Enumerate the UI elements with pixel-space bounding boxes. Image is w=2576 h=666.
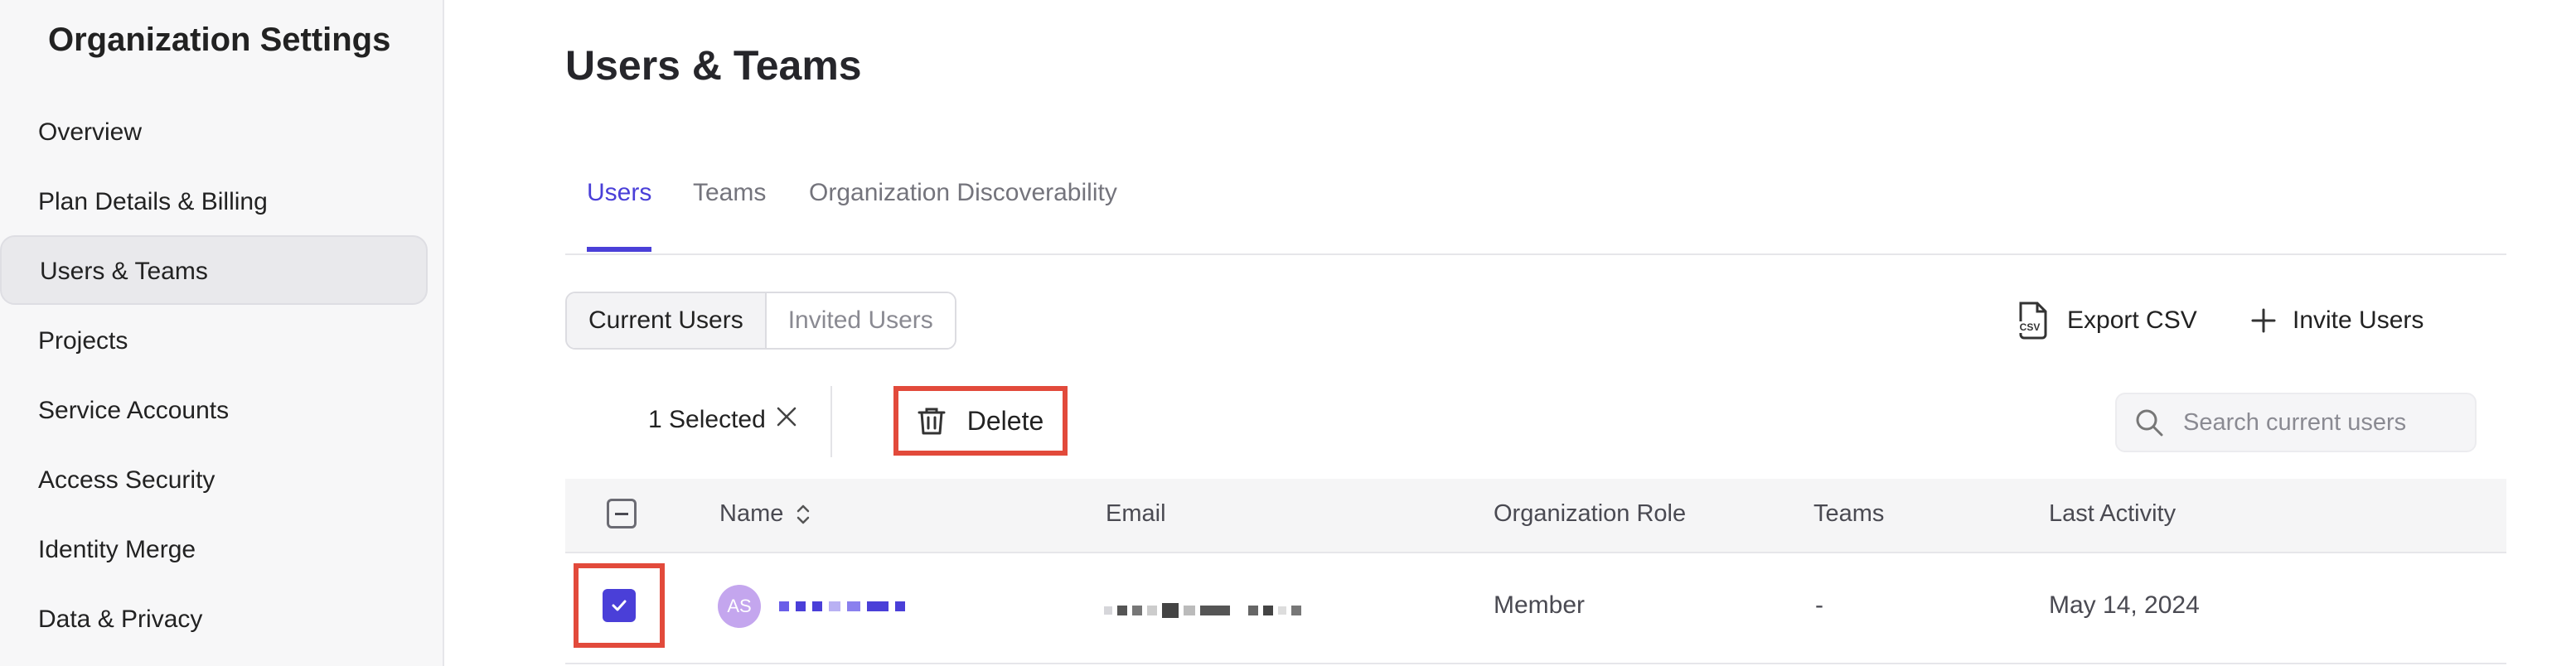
close-icon[interactable]: [776, 406, 797, 434]
column-header-name[interactable]: Name: [719, 500, 811, 528]
invite-users-label: Invite Users: [2293, 306, 2424, 334]
tab-users[interactable]: Users: [587, 179, 652, 252]
selection-count-label: 1 Selected: [648, 406, 766, 433]
plus-icon: [2251, 308, 2276, 333]
cell-organization-role: Member: [1494, 591, 1586, 619]
export-csv-label: Export CSV: [2067, 306, 2197, 334]
sidebar-item-overview[interactable]: Overview: [0, 98, 428, 167]
search-box: [2115, 393, 2477, 452]
column-header-organization-role[interactable]: Organization Role: [1494, 500, 1686, 528]
page-title: Users & Teams: [565, 42, 862, 89]
column-header-email[interactable]: Email: [1106, 500, 1166, 528]
column-header-last-activity[interactable]: Last Activity: [2049, 500, 2176, 528]
table-header: Name Email Organization Role Teams Last …: [565, 479, 2506, 553]
invite-users-button[interactable]: Invite Users: [2251, 300, 2423, 341]
search-icon: [2136, 409, 2163, 437]
tab-organization-discoverability[interactable]: Organization Discoverability: [809, 179, 1117, 252]
row-checkbox[interactable]: [603, 589, 636, 622]
search-input[interactable]: [2181, 408, 2467, 437]
sidebar-item-users-teams[interactable]: Users & Teams: [0, 235, 428, 305]
sidebar: Organization Settings Overview Plan Deta…: [0, 0, 444, 666]
csv-file-icon: CSV: [2017, 302, 2047, 340]
redacted-email: [1104, 603, 1301, 618]
delete-button[interactable]: Delete: [893, 386, 1068, 456]
cell-teams: -: [1815, 591, 1823, 619]
sidebar-item-plan-details-billing[interactable]: Plan Details & Billing: [0, 167, 428, 237]
toolbar-divider: [830, 386, 832, 457]
cell-last-activity: May 14, 2024: [2049, 591, 2200, 619]
export-csv-button[interactable]: CSV Export CSV: [2016, 300, 2197, 341]
segment-current-users[interactable]: Current Users: [567, 293, 767, 348]
row-checkbox-highlight: [574, 563, 665, 648]
sidebar-item-identity-merge[interactable]: Identity Merge: [0, 515, 428, 585]
table-row[interactable]: AS Member - May 14, 2024: [565, 553, 2506, 664]
select-all-checkbox[interactable]: [607, 499, 637, 528]
sidebar-item-service-accounts[interactable]: Service Accounts: [0, 376, 428, 446]
svg-text:CSV: CSV: [2020, 321, 2041, 333]
trash-icon: [918, 408, 946, 435]
redacted-name: [779, 601, 905, 611]
user-type-toggle: Current Users Invited Users: [565, 292, 956, 350]
sort-icon: [797, 504, 810, 524]
tab-bar: Users Teams Organization Discoverability: [565, 166, 2506, 255]
column-name-label: Name: [719, 500, 784, 527]
tab-teams[interactable]: Teams: [693, 179, 766, 252]
sidebar-title: Organization Settings: [48, 22, 391, 58]
segment-invited-users[interactable]: Invited Users: [766, 293, 955, 348]
delete-label: Delete: [966, 405, 1044, 436]
selection-count: 1 Selected: [648, 406, 797, 434]
avatar: AS: [718, 585, 761, 628]
check-icon: [612, 600, 627, 611]
column-header-teams[interactable]: Teams: [1813, 500, 1884, 528]
sidebar-item-data-privacy[interactable]: Data & Privacy: [0, 585, 428, 654]
sidebar-item-access-security[interactable]: Access Security: [0, 446, 428, 515]
sidebar-item-projects[interactable]: Projects: [0, 306, 428, 376]
